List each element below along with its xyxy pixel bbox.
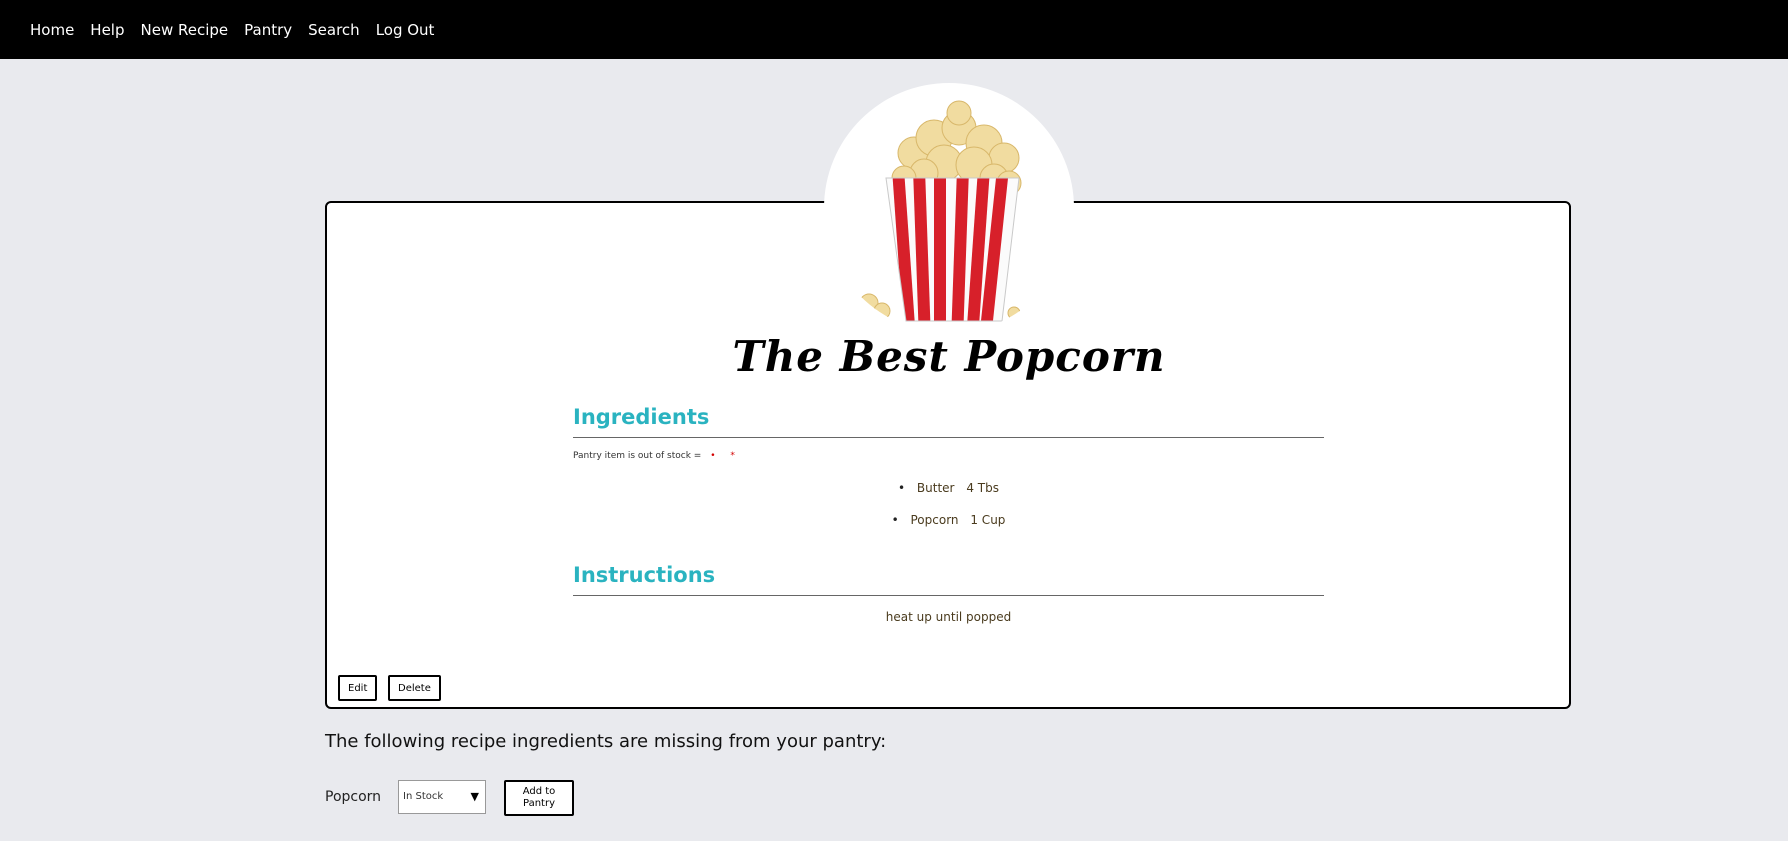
ingredient-name: Butter	[916, 481, 955, 495]
ingredient-qty: 4 Tbs	[966, 481, 999, 495]
missing-item-row: Popcorn In Stock ▼ Add to Pantry	[325, 780, 925, 816]
nav-list: Home Help New Recipe Pantry Search Log O…	[0, 20, 450, 39]
nav-search[interactable]: Search	[308, 21, 360, 39]
instructions-section: Instructions	[573, 563, 1324, 596]
popcorn-box-image-icon	[859, 100, 1022, 322]
list-item: • Popcorn 1 Cup	[573, 510, 1324, 542]
nav-log-out[interactable]: Log Out	[376, 21, 435, 39]
nav-help[interactable]: Help	[90, 21, 124, 39]
recipe-title: The Best Popcorn	[732, 332, 1166, 381]
ingredient-name: Popcorn	[910, 513, 959, 527]
stock-status-value: In Stock	[403, 791, 444, 802]
stock-legend: Pantry item is out of stock = • *	[573, 451, 741, 461]
out-of-stock-marker: • *	[710, 451, 741, 461]
caret-down-icon: ▼	[470, 790, 479, 803]
edit-button[interactable]: Edit	[338, 675, 378, 701]
ingredient-qty: 1 Cup	[970, 513, 1006, 527]
nav-pantry[interactable]: Pantry	[244, 21, 292, 39]
stock-status-select[interactable]: In Stock ▼	[398, 780, 486, 814]
missing-ingredients-heading: The following recipe ingredients are mis…	[325, 731, 887, 752]
delete-button[interactable]: Delete	[388, 675, 441, 701]
ingredients-heading: Ingredients	[573, 405, 1324, 438]
top-nav: Home Help New Recipe Pantry Search Log O…	[0, 0, 1788, 59]
list-item: • Butter 4 Tbs	[573, 478, 1324, 510]
ingredient-list: • Butter 4 Tbs • Popcorn 1 Cup	[573, 478, 1324, 542]
instructions-heading: Instructions	[573, 563, 1324, 596]
bullet-icon: •	[891, 513, 899, 527]
add-to-pantry-button[interactable]: Add to Pantry	[504, 780, 574, 816]
nav-home[interactable]: Home	[30, 21, 74, 39]
ingredients-section: Ingredients	[573, 405, 1324, 438]
missing-item-name: Popcorn	[325, 789, 382, 805]
stock-legend-text: Pantry item is out of stock =	[573, 451, 702, 461]
recipe-image	[824, 83, 1074, 333]
bullet-icon: •	[898, 481, 906, 495]
instructions-text: heat up until popped	[885, 610, 1012, 624]
nav-new-recipe[interactable]: New Recipe	[141, 21, 229, 39]
